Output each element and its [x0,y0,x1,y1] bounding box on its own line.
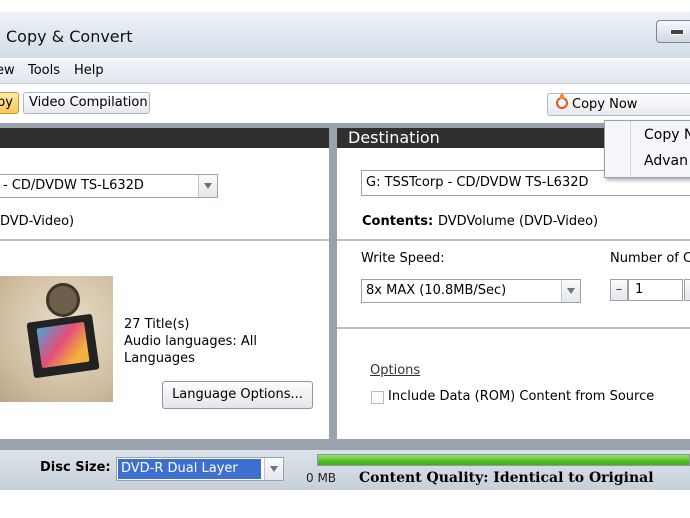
source-contents-value: DVD-Video) [0,214,75,229]
audio-languages-line1: Audio languages: All [124,334,258,349]
chevron-down-icon[interactable] [264,458,283,480]
audio-languages-line2: Languages [124,351,195,366]
source-header [0,128,329,148]
write-speed-label: Write Speed: [361,251,445,266]
tab-copy[interactable]: py [0,92,19,114]
source-drive-select[interactable]: - CD/DVDW TS-L632D [0,174,218,198]
minimize-button[interactable] [656,20,690,43]
copies-input[interactable]: 1 [628,279,683,301]
destination-drive-value: G: TSSTcorp - CD/DVDW TS-L632D [366,175,589,190]
tab-video-compilation[interactable]: Video Compilation [23,92,150,114]
disc-size-value[interactable]: DVD-R Dual Layer [118,459,261,479]
divider [0,239,329,241]
menu-help[interactable]: Help [74,63,104,78]
include-data-checkbox[interactable] [371,391,384,404]
disc-size-label: Disc Size: [40,460,111,475]
write-speed-select[interactable]: 8x MAX (10.8MB/Sec) [361,279,581,303]
minimize-icon [670,29,684,35]
copy-now-button[interactable]: Copy Now [547,93,690,116]
menu-gutter [630,121,631,175]
menu-view[interactable]: ew [0,63,15,78]
film-reel-icon [46,283,80,317]
window-title: Copy & Convert [6,27,133,46]
include-data-label: Include Data (ROM) Content from Source [388,389,655,404]
menu-tools[interactable]: Tools [28,63,60,78]
content-quality-label: Content Quality: Identical to Original [359,470,654,486]
copies-increment-button[interactable] [684,279,690,301]
menu-item-advanced[interactable]: Advan [644,153,688,169]
divider [337,327,690,329]
copy-convert-window: Copy & Convert ew Tools Help py Video Co… [0,0,690,518]
chevron-down-icon[interactable] [561,280,580,302]
options-link[interactable]: Options [370,363,420,378]
film-frame-image [36,321,90,369]
destination-contents-label: Contents: [362,214,434,229]
write-speed-value: 8x MAX (10.8MB/Sec) [366,283,507,298]
copies-label: Number of C [610,251,690,266]
divider [337,239,690,241]
source-drive-value: - CD/DVDW TS-L632D [3,178,144,193]
language-options-button[interactable]: Language Options... [162,381,313,409]
destination-title: Destination [348,128,440,147]
flame-disc-icon [556,94,568,109]
copies-decrement-button[interactable]: – [610,279,628,301]
size-used-label: 0 MB [306,471,337,485]
copy-now-label: Copy Now [572,97,638,112]
menu-item-copy-now[interactable]: Copy N [644,127,690,143]
disc-usage-fill [318,455,689,465]
destination-contents-value: DVDVolume (DVD-Video) [438,214,599,229]
chevron-down-icon[interactable] [198,175,217,197]
title-count: 27 Title(s) [124,317,190,332]
